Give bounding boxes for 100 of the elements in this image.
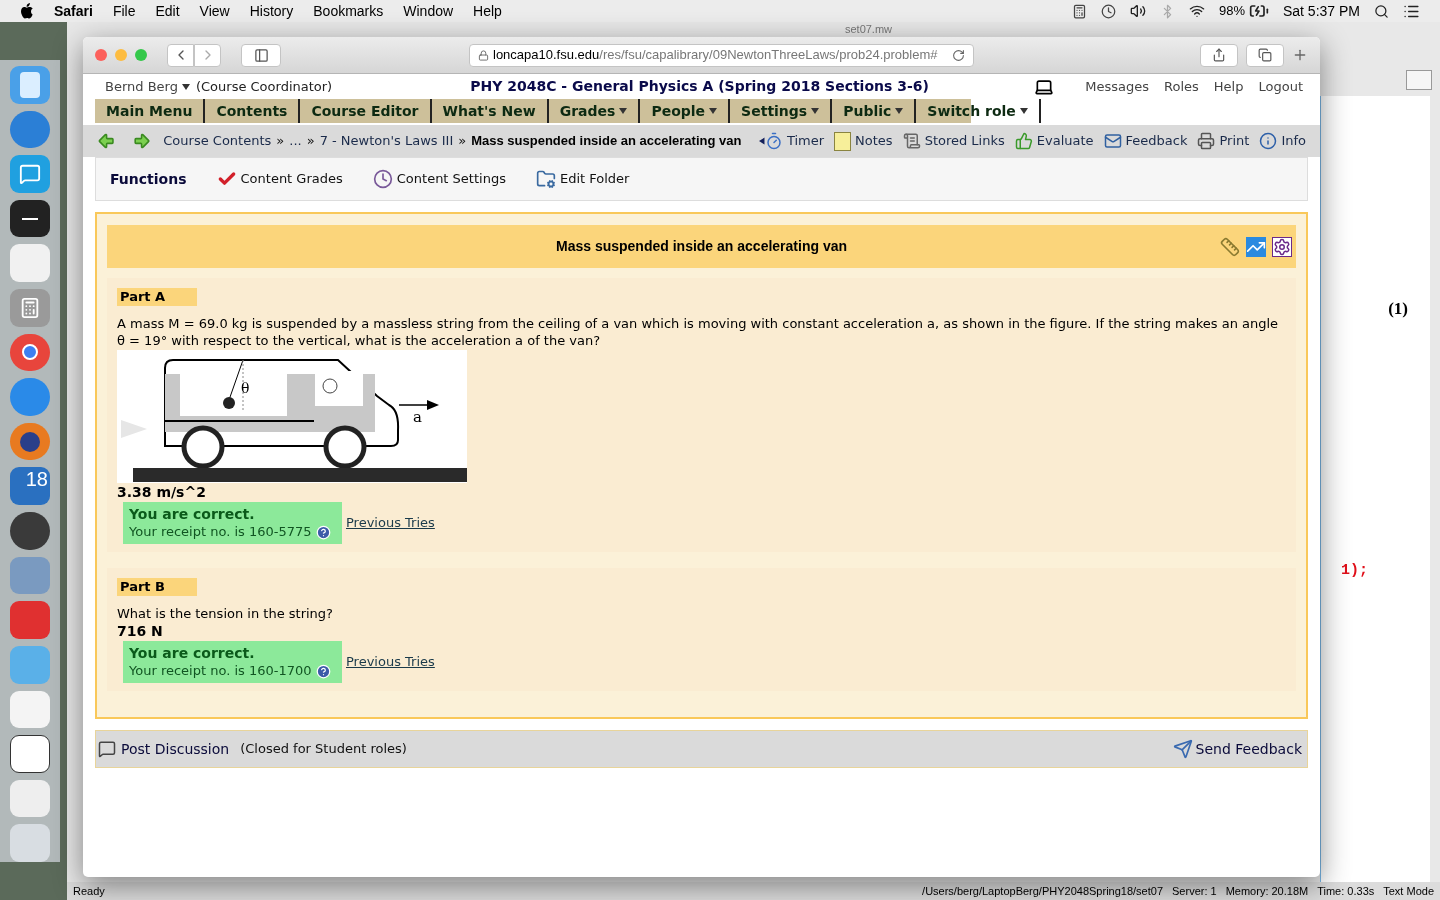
- previous-tries-link[interactable]: Previous Tries: [346, 652, 435, 672]
- menu-item[interactable]: File: [112, 0, 136, 22]
- answer-value: 3.38 m/s^2: [117, 483, 207, 501]
- share-icon: [1212, 48, 1226, 62]
- answer-value: 716 N: [117, 622, 164, 640]
- function-link[interactable]: Content Grades: [216, 169, 343, 189]
- chat-icon[interactable]: [10, 155, 50, 193]
- status-text: Memory: 20.18M: [1225, 883, 1309, 899]
- status-text: Time: 0.33s: [1317, 883, 1375, 899]
- breadcrumb-link[interactable]: 7 - Newton's Laws III: [319, 131, 454, 151]
- header-link[interactable]: Help: [1213, 76, 1244, 97]
- tool-button[interactable]: Stored Links: [902, 131, 1005, 151]
- tool-button[interactable]: Evaluate: [1014, 131, 1094, 151]
- note-icon: [834, 131, 852, 151]
- angle-label: θ: [241, 380, 250, 396]
- calculator-icon[interactable]: [10, 289, 50, 327]
- main-menu-item[interactable]: Main Menu: [95, 99, 206, 123]
- breadcrumb-separator: »: [306, 132, 315, 151]
- wifi-icon[interactable]: [1188, 3, 1205, 19]
- functions-heading: Functions: [110, 169, 187, 189]
- help-icon[interactable]: [315, 663, 331, 679]
- search-icon[interactable]: [1374, 3, 1389, 19]
- app-menu[interactable]: Safari: [54, 0, 93, 22]
- send-feedback-link[interactable]: Send Feedback: [1195, 738, 1302, 760]
- main-menu-item[interactable]: Course Editor: [300, 99, 432, 123]
- calendar-icon[interactable]: 18: [10, 467, 50, 506]
- status-text: Server: 1: [1172, 883, 1217, 899]
- main-menu-item[interactable]: Contents: [205, 99, 301, 123]
- apple-icon[interactable]: [20, 3, 34, 19]
- part-label: Part B: [117, 578, 197, 596]
- clock-icon: [372, 169, 393, 189]
- document-icon[interactable]: [1406, 70, 1432, 90]
- terminal-icon[interactable]: [10, 199, 50, 238]
- result-status: You are correct.: [129, 644, 256, 662]
- user-menu[interactable]: Bernd Berg: [105, 76, 190, 97]
- menu-item[interactable]: View: [199, 0, 230, 22]
- acceleration-label: a: [413, 408, 422, 426]
- gear-icon[interactable]: [1272, 237, 1292, 257]
- tabs-button[interactable]: [1246, 43, 1284, 67]
- user-role: (Course Coordinator): [195, 77, 333, 96]
- help-icon[interactable]: [315, 524, 331, 540]
- main-menu-item[interactable]: People: [640, 99, 731, 123]
- collapse-triangle-icon[interactable]: [759, 136, 765, 146]
- result-status: You are correct.: [129, 505, 256, 523]
- sidebar-button[interactable]: [241, 43, 281, 67]
- tool-button[interactable]: Notes: [834, 131, 893, 151]
- back-button[interactable]: [167, 43, 194, 67]
- menu-item[interactable]: Edit: [155, 0, 180, 22]
- close-button[interactable]: [95, 49, 107, 61]
- main-menu-item[interactable]: What's New: [431, 99, 549, 123]
- calendar-date: 18: [25, 467, 48, 492]
- problem-title: Mass suspended inside an accelerating van: [556, 237, 847, 256]
- menu-item[interactable]: Window: [403, 0, 454, 22]
- receipt-text: Your receipt no. is 160-1700: [129, 662, 312, 680]
- tabs-icon: [1258, 48, 1272, 62]
- function-link[interactable]: Content Settings: [372, 169, 506, 189]
- main-menu-item[interactable]: Settings: [730, 99, 833, 123]
- menu-item[interactable]: Help: [473, 0, 502, 22]
- share-button[interactable]: [1200, 43, 1238, 67]
- info-icon: [1259, 132, 1278, 150]
- address-bar[interactable]: loncapa10.fsu.edu/res/fsu/capalibrary/09NewtonThreeLaws/prob24.problem#: [469, 43, 974, 67]
- new-tab-icon[interactable]: [1292, 47, 1308, 63]
- caret-icon: [181, 83, 190, 90]
- header-link[interactable]: Messages: [1085, 76, 1150, 97]
- sidebar-icon: [253, 47, 269, 63]
- question-text: What is the tension in the string?: [117, 605, 334, 622]
- breadcrumb-link[interactable]: ...: [289, 131, 302, 151]
- breadcrumb-separator: »: [276, 132, 285, 151]
- function-link[interactable]: Edit Folder: [535, 169, 630, 189]
- paper-plane-icon[interactable]: [1172, 739, 1193, 759]
- menu-item[interactable]: Bookmarks: [313, 0, 384, 22]
- tool-button[interactable]: Info: [1259, 131, 1306, 151]
- document-thumbnail-icon[interactable]: [10, 690, 50, 729]
- header-link[interactable]: Logout: [1258, 76, 1303, 97]
- speech-bubble-icon[interactable]: [98, 740, 116, 758]
- equation-label: (1): [1388, 298, 1408, 320]
- keypad-icon[interactable]: [1071, 3, 1087, 19]
- discussion-note: (Closed for Student roles): [240, 740, 407, 759]
- menu-item[interactable]: History: [249, 0, 294, 22]
- clock-icon[interactable]: [1100, 3, 1116, 19]
- tool-button[interactable]: Feedback: [1103, 131, 1188, 151]
- main-menu-item[interactable]: Switch role: [916, 99, 1041, 123]
- scroll-icon: [902, 132, 921, 150]
- acceleration-arrow: [398, 400, 439, 410]
- header-link[interactable]: Roles: [1164, 76, 1199, 97]
- chart-icon[interactable]: [1246, 237, 1266, 257]
- tool-button[interactable]: Timer: [764, 131, 825, 151]
- breadcrumb-link[interactable]: Course Contents: [163, 131, 272, 151]
- main-menu-item[interactable]: Grades: [548, 99, 641, 123]
- previous-tries-link[interactable]: Previous Tries: [346, 513, 435, 533]
- status-text: Text Mode: [1383, 883, 1434, 899]
- main-menu-item[interactable]: Public: [832, 99, 917, 123]
- ruler-icon[interactable]: [1220, 237, 1240, 257]
- menu-clock[interactable]: Sat 5:37 PM: [1282, 0, 1360, 22]
- volume-icon[interactable]: [1129, 3, 1146, 19]
- mail-icon: [1103, 132, 1122, 150]
- document-thumbnail-icon[interactable]: [10, 735, 50, 773]
- post-discussion-link[interactable]: Post Discussion: [121, 738, 230, 760]
- tool-button[interactable]: Print: [1197, 131, 1250, 151]
- document-thumbnail-icon[interactable]: [10, 779, 50, 818]
